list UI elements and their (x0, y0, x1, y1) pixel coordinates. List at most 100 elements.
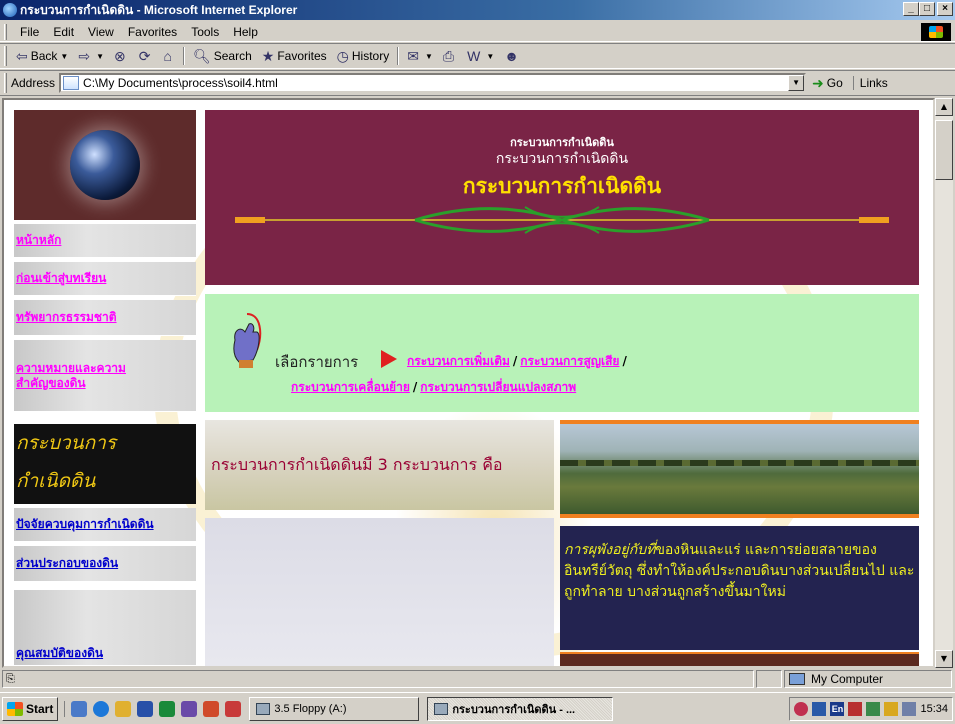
monitor-icon[interactable] (902, 701, 917, 716)
menu-favorites[interactable]: Favorites (121, 25, 184, 39)
chevron-down-icon[interactable]: ▼ (486, 52, 494, 61)
tray-app-icon[interactable] (884, 701, 899, 716)
back-label: Back (30, 49, 58, 63)
menu-view[interactable]: View (81, 25, 121, 39)
refresh-button[interactable]: ⟳ (134, 45, 159, 67)
history-button[interactable]: ◷ History (332, 45, 395, 67)
scroll-down-button[interactable]: ▼ (935, 650, 953, 668)
menu-tools[interactable]: Tools (184, 25, 226, 39)
stop-button[interactable]: ⊗ (109, 45, 134, 67)
menu-edit[interactable]: Edit (46, 25, 81, 39)
edit-button[interactable]: W ▼ (462, 45, 499, 67)
language-indicator[interactable]: En (830, 701, 845, 716)
toolbar-separator (182, 47, 185, 65)
chevron-down-icon[interactable]: ▼ (96, 52, 104, 61)
my-computer-icon (789, 673, 805, 685)
vertical-scrollbar[interactable]: ▲ ▼ (935, 98, 953, 668)
nav-link-home[interactable]: หน้าหลัก (16, 233, 61, 248)
landscape-image (560, 420, 919, 518)
status-text-pane: ⎘ (2, 670, 754, 688)
title-bar[interactable]: กระบวนการกำเนิดดิน - Microsoft Internet … (0, 0, 955, 20)
show-desktop-icon[interactable] (71, 700, 88, 717)
minimize-button[interactable]: _ (903, 2, 919, 16)
toolbar-grip[interactable] (4, 46, 7, 66)
clock[interactable]: 15:34 (920, 703, 948, 715)
nav-link-soil-properties[interactable]: คุณสมบัติของดิน (16, 646, 103, 661)
link-transformation-process[interactable]: กระบวนการเปลี่ยนแปลงสภาพ (420, 380, 576, 394)
foggy-field-image (205, 518, 554, 666)
volume-icon[interactable] (812, 701, 827, 716)
address-label: Address (11, 76, 56, 90)
nav-item-before-lesson[interactable]: ก่อนเข้าสู่บทเรียน (14, 262, 196, 296)
nav-item-soil-meaning[interactable]: ความหมายและความสำคัญของดิน (14, 340, 196, 412)
favorites-button[interactable]: ★ Favorites (257, 45, 332, 67)
nav-link-soil-components[interactable]: ส่วนประกอบของดิน (16, 556, 118, 571)
link-translocation-process[interactable]: กระบวนการเคลื่อนย้าย (291, 380, 410, 394)
maximize-button[interactable]: □ (919, 2, 935, 16)
home-button[interactable]: ⌂ (158, 45, 179, 67)
outlook-icon[interactable] (115, 700, 132, 717)
go-button[interactable]: ➜ Go (812, 75, 843, 92)
nav-item-soil-components[interactable]: ส่วนประกอบของดิน (14, 546, 196, 582)
intro-banner: กระบวนการกำเนิดดินมี 3 กระบวนการ คือ (205, 420, 554, 510)
links-button[interactable]: Links (852, 76, 888, 90)
nav-link-soil-meaning[interactable]: ความหมายและความสำคัญของดิน (16, 361, 146, 391)
search-icon: 🔍︎ (192, 47, 211, 64)
word-icon[interactable] (137, 700, 154, 717)
chevron-down-icon[interactable]: ▼ (60, 52, 68, 61)
nav-item-natural-resources[interactable]: ทรัพยากรธรรมชาติ (14, 300, 196, 336)
status-bar: ⎘ My Computer (0, 668, 955, 690)
menu-help[interactable]: Help (226, 25, 265, 39)
zone-label: My Computer (811, 672, 884, 686)
menu-file[interactable]: File (13, 25, 46, 39)
chevron-down-icon[interactable]: ▼ (425, 52, 433, 61)
nav-link-controlling-factors[interactable]: ปัจจัยควบคุมการกำเนิดดิน (16, 517, 154, 532)
current-section-line2: กำเนิดดิน (16, 470, 96, 492)
media-player-icon[interactable] (225, 700, 242, 717)
address-dropdown-icon[interactable]: ▼ (788, 75, 805, 91)
task-floppy[interactable]: 3.5 Floppy (A:) (249, 696, 420, 721)
antivirus-icon[interactable] (794, 701, 809, 716)
page-viewport[interactable]: หน้าหลัก ก่อนเข้าสู่บทเรียน ทรัพยากรธรรม… (2, 98, 935, 668)
go-arrow-icon: ➜ (812, 74, 824, 91)
mail-button[interactable]: ✉ ▼ (402, 45, 438, 67)
web-page: หน้าหลัก ก่อนเข้าสู่บทเรียน ทรัพยากรธรรม… (4, 100, 933, 666)
scroll-up-button[interactable]: ▲ (935, 98, 953, 116)
back-button[interactable]: ⇦ Back ▼ (11, 45, 73, 67)
home-icon: ⌂ (163, 48, 172, 64)
discuss-button[interactable]: ☻ (499, 45, 527, 67)
address-input[interactable]: C:\My Documents\process\soil4.html ▼ (59, 73, 807, 93)
task-ie[interactable]: กระบวนการกำเนิดดิน - ... (427, 696, 614, 721)
network-icon[interactable] (866, 701, 881, 716)
powerpoint-icon[interactable] (181, 700, 198, 717)
nav-item-home[interactable]: หน้าหลัก (14, 224, 196, 258)
ie-page-icon (434, 702, 449, 715)
history-icon: ◷ (336, 47, 349, 64)
link-loss-process[interactable]: กระบวนการสูญเสีย (520, 354, 619, 368)
address-grip[interactable] (4, 73, 7, 93)
nav-item-controlling-factors[interactable]: ปัจจัยควบคุมการกำเนิดดิน (14, 508, 196, 542)
menubar-grip[interactable] (4, 23, 7, 40)
scroll-thumb[interactable] (935, 120, 953, 180)
history-label: History (351, 49, 390, 63)
stop-icon: ⊗ (114, 47, 126, 64)
start-button[interactable]: Start (2, 696, 59, 721)
ie-icon[interactable] (93, 700, 110, 717)
address-value[interactable]: C:\My Documents\process\soil4.html (83, 76, 278, 90)
current-section-line1: กระบวนการ (16, 432, 117, 454)
forward-arrow-icon: ⇨ (78, 47, 91, 64)
next-panel-edge (560, 652, 919, 666)
nav-item-soil-properties[interactable]: คุณสมบัติของดิน (14, 590, 196, 666)
excel-icon[interactable] (159, 700, 176, 717)
link-addition-process[interactable]: กระบวนการเพิ่มเติม (407, 354, 510, 368)
nav-link-natural-resources[interactable]: ทรัพยากรธรรมชาติ (16, 310, 117, 325)
forward-button[interactable]: ⇨ ▼ (73, 45, 109, 67)
messenger-icon: ☻ (504, 48, 519, 64)
input-method-icon[interactable] (848, 701, 863, 716)
nav-link-before-lesson[interactable]: ก่อนเข้าสู่บทเรียน (16, 271, 106, 286)
taskbar: Start 3.5 Floppy (A:) กระบวนการกำเนิดดิน… (0, 692, 955, 724)
search-button[interactable]: 🔍︎ Search (188, 45, 257, 67)
close-button[interactable]: × (937, 2, 953, 16)
paint-icon[interactable] (203, 700, 220, 717)
print-button[interactable]: ⎙ (438, 45, 462, 67)
